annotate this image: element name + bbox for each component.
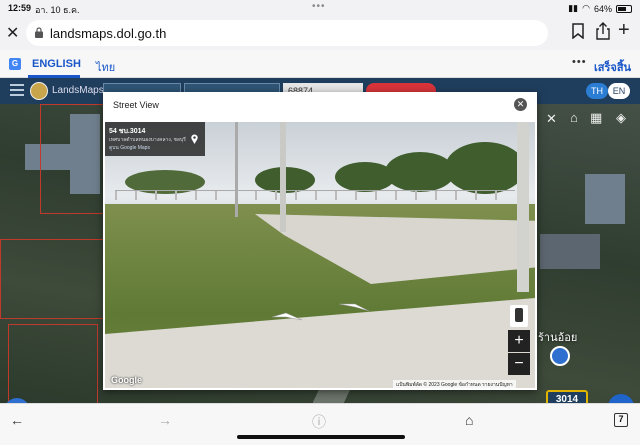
lang-th-button[interactable]: TH: [586, 83, 608, 99]
road-number-badge: 3014: [546, 390, 588, 403]
land-parcel-outline[interactable]: [8, 324, 98, 403]
status-date: อา. 10 ธ.ค.: [35, 5, 80, 15]
translate-english-tab[interactable]: ENGLISH: [32, 58, 81, 70]
status-time: 12:59: [8, 3, 32, 13]
shop-marker-icon[interactable]: [550, 346, 570, 366]
tabs-count-button[interactable]: 7: [614, 413, 628, 427]
translate-thai-tab[interactable]: ไทย: [96, 58, 115, 76]
building-roof: [540, 234, 600, 269]
lang-en-button[interactable]: EN: [608, 83, 630, 99]
nav-arrow-left-icon[interactable]: [270, 312, 304, 322]
place-label: ร้านอ้อย: [538, 332, 578, 344]
google-logo: Google: [111, 375, 142, 385]
home-icon[interactable]: ⌂: [465, 412, 473, 428]
lock-icon: [35, 27, 43, 38]
home-map-icon[interactable]: ⌂: [570, 110, 578, 125]
grid-map-icon[interactable]: ▦: [590, 110, 602, 126]
building-roof: [585, 174, 625, 224]
address-bar: ✕ landsmaps.dol.go.th +: [0, 16, 640, 50]
utility-pole: [517, 122, 529, 292]
close-panel-icon[interactable]: ✕: [546, 111, 557, 127]
tree-line: [445, 142, 525, 194]
hamburger-menu-icon[interactable]: [10, 84, 24, 96]
modal-close-button[interactable]: ✕: [514, 98, 527, 111]
battery-icon: [616, 4, 632, 13]
more-options-icon[interactable]: •••: [572, 56, 587, 68]
more-actions-fab[interactable]: •••: [608, 394, 634, 403]
url-field[interactable]: landsmaps.dol.go.th: [26, 20, 548, 46]
app-brand: LandsMaps: [52, 85, 104, 96]
signal-icon: ▮▮: [568, 3, 579, 13]
forward-arrow-icon[interactable]: →: [158, 412, 172, 428]
utility-pole: [280, 122, 286, 232]
close-icon[interactable]: ✕: [6, 23, 19, 43]
translate-bar: G ENGLISH ไทย ••• เสร็จสิ้น: [0, 50, 640, 78]
sv-footer-links[interactable]: แป้นพิมพ์ลัด © 2023 Google ข้อกำหนด รายง…: [393, 380, 516, 388]
land-parcel-outline[interactable]: [0, 239, 104, 319]
layers-icon[interactable]: ◈: [616, 110, 626, 126]
nav-arrow-right-icon[interactable]: [337, 302, 371, 312]
wifi-icon: ◠: [582, 3, 590, 13]
translate-done-button[interactable]: เสร็จสิ้น: [594, 58, 631, 76]
url-text: landsmaps.dol.go.th: [50, 26, 167, 41]
dol-logo: [30, 82, 48, 100]
multitasking-dots-icon[interactable]: •••: [312, 1, 326, 12]
info-icon[interactable]: ⓘ: [312, 412, 326, 432]
fence: [115, 190, 515, 200]
street-view-modal: Street View ✕ 54 ชบ.3014 เทศบาลตำบลหนองบ…: [103, 92, 537, 390]
home-indicator: [237, 435, 405, 439]
land-parcel-outline[interactable]: [40, 104, 104, 214]
share-icon[interactable]: [596, 22, 610, 40]
utility-pole: [235, 122, 238, 217]
modal-title: Street View: [113, 100, 159, 110]
street-view-info-box: 54 ชบ.3014 เทศบาลตำบลหนองบางคลาง, ชลบุรี…: [105, 122, 205, 156]
zoom-out-button[interactable]: −: [508, 353, 530, 375]
new-tab-plus-icon[interactable]: +: [618, 19, 630, 42]
sv-subtitle: เทศบาลตำบลหนองบางคลาง, ชลบุรี: [109, 137, 186, 143]
zoom-in-button[interactable]: +: [508, 330, 530, 352]
map-pin-icon[interactable]: [191, 134, 198, 144]
battery-percent: 64%: [593, 3, 612, 14]
google-translate-icon: G: [9, 58, 21, 70]
sv-maps-link[interactable]: ดูบน Google Maps: [109, 144, 150, 152]
bookmark-icon[interactable]: [572, 23, 584, 39]
street-view-panorama[interactable]: 54 ชบ.3014 เทศบาลตำบลหนองบางคลาง, ชลบุรี…: [105, 122, 535, 388]
pegman-icon[interactable]: [510, 305, 528, 327]
back-arrow-icon[interactable]: ←: [10, 412, 24, 428]
web-page: ✕ ⌂ ▦ ◈ ร้านอ้อย 3014 ••• LandsMaps 6887…: [0, 78, 640, 403]
status-bar: 12:59 อา. 10 ธ.ค. ••• ▮▮ ◠ 64%: [0, 0, 640, 16]
status-right-group: ▮▮ ◠ 64%: [568, 3, 632, 14]
